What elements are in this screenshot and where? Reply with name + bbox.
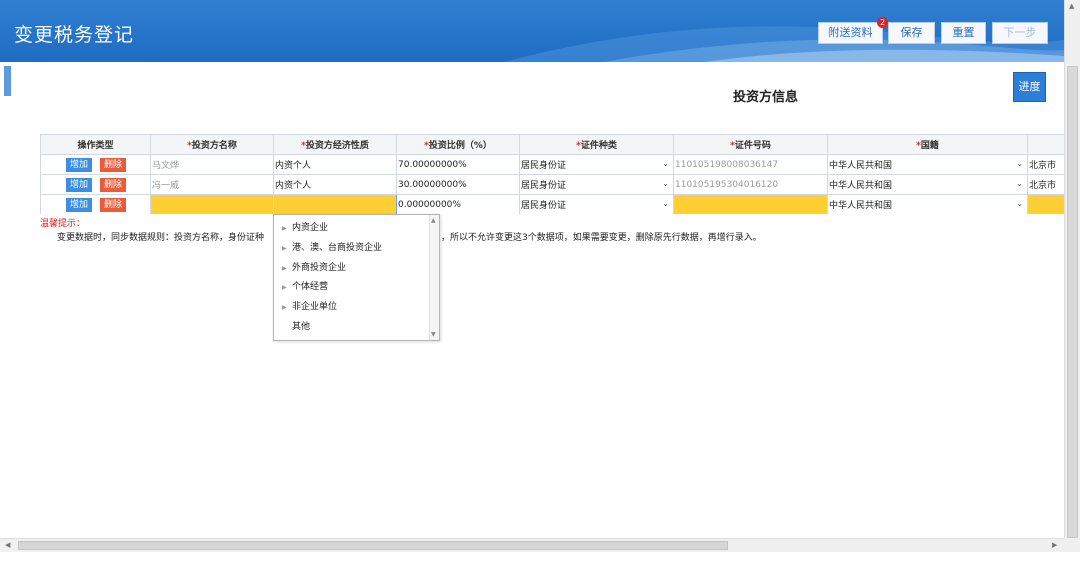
delete-row-button[interactable]: 删除 <box>100 157 126 172</box>
investor-name-cell[interactable]: 冯一威 <box>150 174 274 195</box>
row-actions: 增加 删除 <box>40 174 151 195</box>
attach-count-badge: 2 <box>877 17 888 28</box>
economic-nature-dropdown: ▶内资企业 ▶港、澳、台商投资企业 ▶外商投资企业 ▶个体经营 ▶非企业单位 ▶… <box>273 214 440 341</box>
side-panel-toggle[interactable] <box>4 66 11 96</box>
vertical-scroll-thumb[interactable] <box>1067 66 1078 538</box>
cert-number-input[interactable] <box>673 194 828 214</box>
section-title: 投资方信息 <box>733 90 799 105</box>
expand-arrow-icon: ▶ <box>282 265 287 272</box>
row-actions: 增加 删除 <box>40 194 151 214</box>
investor-nature-cell[interactable]: 内资个人 <box>273 154 397 175</box>
dropdown-option[interactable]: ▶ 外商投资企业 <box>274 259 430 278</box>
investor-nature-cell[interactable]: 内资个人 <box>273 174 397 195</box>
dropdown-option[interactable]: ▶其他 <box>274 318 430 337</box>
investment-ratio-cell[interactable]: 70.00000000% <box>396 154 520 175</box>
col-header-ratio: *投资比例（%） <box>396 134 520 155</box>
col-header-op: 操作类型 <box>40 134 151 155</box>
expand-arrow-icon: ▶ <box>282 225 287 232</box>
chevron-down-icon: ⌄ <box>662 199 669 208</box>
chevron-down-icon: ⌄ <box>1016 179 1023 188</box>
expand-arrow-icon: ▶ <box>282 284 287 291</box>
tips-title: 温馨提示： <box>40 219 86 229</box>
chevron-down-icon: ⌄ <box>662 179 669 188</box>
page-title: 变更税务登记 <box>14 24 135 46</box>
country-select[interactable]: 中华人民共和国 ⌄ <box>827 154 1028 175</box>
row-actions: 增加 删除 <box>40 154 151 175</box>
chevron-down-icon: ⌄ <box>662 159 669 168</box>
add-row-button[interactable]: 增加 <box>66 157 92 172</box>
save-button[interactable]: 保存 <box>888 22 935 44</box>
expand-arrow-icon: ▶ <box>282 304 287 311</box>
region-input[interactable] <box>1027 194 1064 214</box>
vertical-scrollbar[interactable]: ▲ <box>1064 0 1080 538</box>
add-row-button[interactable]: 增加 <box>66 197 92 212</box>
region-cell[interactable]: 北京市 <box>1027 154 1064 175</box>
dropdown-scrollbar[interactable]: ▲ ▼ <box>429 215 439 340</box>
chevron-down-icon: ⌄ <box>1016 199 1023 208</box>
scroll-right-icon[interactable]: ▶ <box>1052 541 1057 549</box>
table-row: 增加 删除 马文烨 内资个人 70.00000000% 居民身份证 ⌄ 110105… <box>40 154 1064 175</box>
cert-type-select[interactable]: 居民身份证 ⌄ <box>519 194 674 214</box>
dropdown-option[interactable]: ▶ 非企业单位 <box>274 298 430 317</box>
dropdown-option[interactable]: ▶ 内资企业 <box>274 219 430 238</box>
delete-row-button[interactable]: 删除 <box>100 177 126 192</box>
scroll-left-icon[interactable]: ◀ <box>5 541 10 549</box>
scroll-up-icon[interactable]: ▲ <box>1069 2 1074 10</box>
col-header-extra <box>1027 134 1064 155</box>
cert-type-select[interactable]: 居民身份证 ⌄ <box>519 154 674 175</box>
progress-button[interactable]: 进度 <box>1013 72 1046 102</box>
tips-text-right: ，所以不允许变更这3个数据项，如果需要变更，删除原先行数据，再增行录入。 <box>441 233 762 243</box>
horizontal-scrollbar[interactable]: ◀ ▶ <box>0 538 1064 552</box>
country-select[interactable]: 中华人民共和国 ⌄ <box>827 194 1028 214</box>
col-header-cert-type: *证件种类 <box>519 134 674 155</box>
investor-table: 操作类型 *投资方名称 *投资方经济性质 *投资比例（%） *证件种类 *证件号… <box>40 134 1064 214</box>
dropdown-option[interactable]: ▶ 个体经营 <box>274 278 430 297</box>
horizontal-scroll-thumb[interactable] <box>18 541 728 550</box>
table-row: 增加 删除 冯一威 内资个人 30.00000000% 居民身份证 ⌄ 110105… <box>40 174 1064 195</box>
add-row-button[interactable]: 增加 <box>66 177 92 192</box>
tips-text-left: 变更数据时，同步数据规则：投资方名称，身份证种 <box>57 233 265 243</box>
region-cell[interactable]: 北京市 <box>1027 174 1064 195</box>
attach-materials-button[interactable]: 附送资料 <box>818 22 883 44</box>
col-header-cert-no: *证件号码 <box>673 134 828 155</box>
cert-type-select[interactable]: 居民身份证 ⌄ <box>519 174 674 195</box>
investor-name-cell[interactable]: 马文烨 <box>150 154 274 175</box>
scrollbar-corner <box>1064 538 1080 552</box>
investment-ratio-cell[interactable]: 30.00000000% <box>396 174 520 195</box>
table-row: 增加 删除 0.00000000% 居民身份证 ⌄ 中华人民共和国 ⌄ <box>40 194 1064 214</box>
col-header-nature: *投资方经济性质 <box>273 134 397 155</box>
investor-nature-input[interactable] <box>273 194 397 214</box>
cert-number-cell[interactable]: 110105195304016120 <box>673 174 828 195</box>
cert-number-cell[interactable]: 110105198008036147 <box>673 154 828 175</box>
country-select[interactable]: 中华人民共和国 ⌄ <box>827 174 1028 195</box>
scroll-down-icon[interactable]: ▼ <box>431 331 436 338</box>
reset-button[interactable]: 重置 <box>941 22 986 44</box>
scroll-up-icon[interactable]: ▲ <box>431 217 436 224</box>
app-window: 变更税务登记 附送资料 2 保存 重置 下一步 投资方信息 进度 操作类型 *投… <box>0 0 1080 562</box>
col-header-country: *国籍 <box>827 134 1028 155</box>
window-bottom-edge <box>0 552 1080 562</box>
delete-row-button[interactable]: 删除 <box>100 197 126 212</box>
expand-arrow-icon: ▶ <box>282 245 287 252</box>
table-header-row: 操作类型 *投资方名称 *投资方经济性质 *投资比例（%） *证件种类 *证件号… <box>40 134 1064 155</box>
chevron-down-icon: ⌄ <box>1016 159 1023 168</box>
investment-ratio-cell[interactable]: 0.00000000% <box>396 194 520 214</box>
dropdown-option[interactable]: ▶ 港、澳、台商投资企业 <box>274 239 430 258</box>
next-step-button[interactable]: 下一步 <box>992 22 1048 44</box>
investor-name-input[interactable] <box>150 194 274 214</box>
col-header-name: *投资方名称 <box>150 134 274 155</box>
